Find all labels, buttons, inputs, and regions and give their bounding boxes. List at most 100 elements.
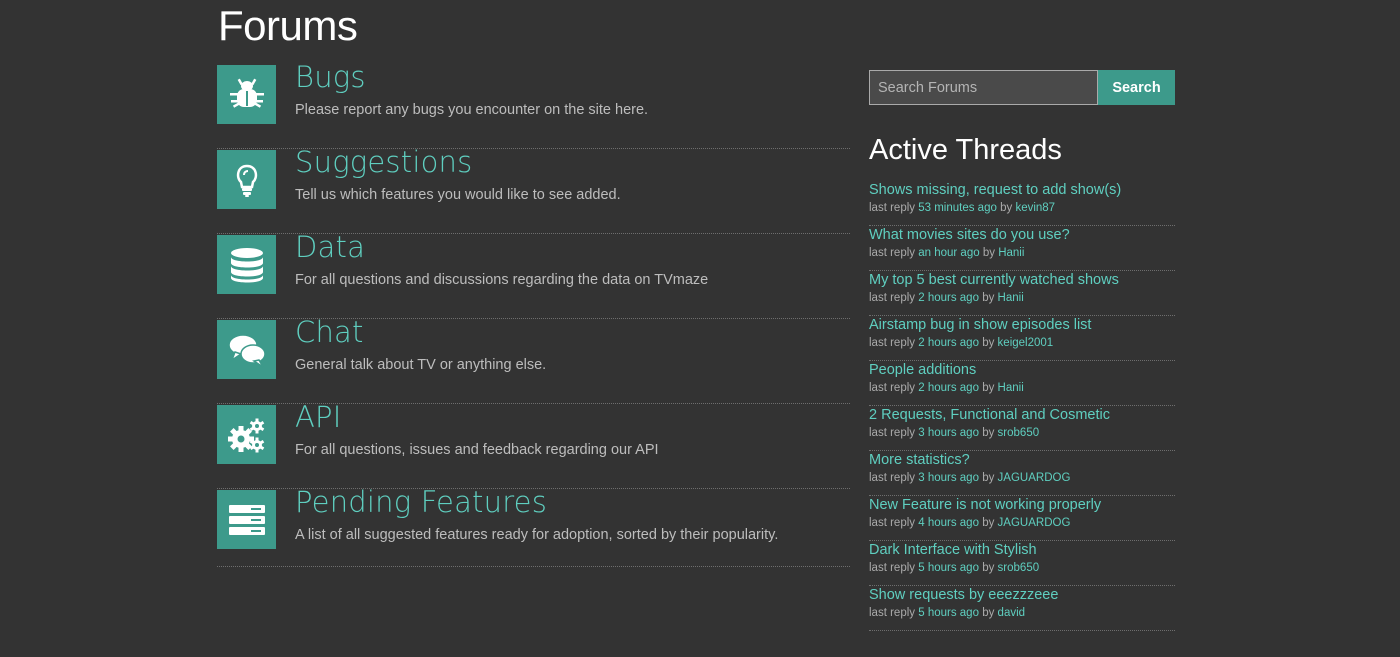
forum-link-chat[interactable]: Chat bbox=[295, 315, 364, 349]
forum-list: Bugs Please report any bugs you encounte… bbox=[217, 60, 850, 567]
thread-link[interactable]: Show requests by eeezzzeee bbox=[869, 586, 1175, 603]
search-button[interactable]: Search bbox=[1098, 70, 1175, 105]
thread-item: Shows missing, request to add show(s) la… bbox=[869, 181, 1175, 226]
user-link[interactable]: kevin87 bbox=[1015, 202, 1055, 214]
reply-time-link[interactable]: 4 hours ago bbox=[918, 517, 979, 529]
thread-link[interactable]: Shows missing, request to add show(s) bbox=[869, 181, 1175, 198]
database-icon[interactable] bbox=[217, 235, 276, 294]
by-label: by bbox=[982, 607, 995, 619]
thread-meta: last reply 53 minutes ago by kevin87 bbox=[869, 202, 1175, 214]
thread-item: Show requests by eeezzzeee last reply 5 … bbox=[869, 586, 1175, 631]
thread-meta: last reply 5 hours ago by srob650 bbox=[869, 562, 1175, 574]
last-reply-label: last reply bbox=[869, 517, 916, 529]
forum-item-pending-features: Pending Features A list of all suggested… bbox=[217, 485, 850, 567]
forum-link-api[interactable]: API bbox=[295, 400, 341, 434]
thread-meta: last reply 4 hours ago by JAGUARDOG bbox=[869, 517, 1175, 529]
by-label: by bbox=[982, 247, 995, 259]
thread-item: 2 Requests, Functional and Cosmetic last… bbox=[869, 406, 1175, 451]
forum-description: Please report any bugs you encounter on … bbox=[295, 102, 649, 118]
thread-item: More statistics? last reply 3 hours ago … bbox=[869, 451, 1175, 496]
forum-description: A list of all suggested features ready f… bbox=[295, 527, 779, 543]
forum-description: Tell us which features you would like to… bbox=[295, 187, 621, 203]
forum-item-chat: Chat General talk about TV or anything e… bbox=[217, 315, 850, 404]
thread-item: My top 5 best currently watched shows la… bbox=[869, 271, 1175, 316]
thread-link[interactable]: What movies sites do you use? bbox=[869, 226, 1175, 243]
last-reply-label: last reply bbox=[869, 427, 916, 439]
active-threads-title: Active Threads bbox=[869, 134, 1062, 166]
thread-link[interactable]: My top 5 best currently watched shows bbox=[869, 271, 1175, 288]
thread-meta: last reply 2 hours ago by keigel2001 bbox=[869, 337, 1175, 349]
user-link[interactable]: JAGUARDOG bbox=[998, 517, 1071, 529]
reply-time-link[interactable]: 2 hours ago bbox=[918, 382, 979, 394]
thread-link[interactable]: New Feature is not working properly bbox=[869, 496, 1175, 513]
forum-link-pending-features[interactable]: Pending Features bbox=[295, 485, 547, 519]
server-list-icon[interactable] bbox=[217, 490, 276, 549]
lightbulb-icon[interactable] bbox=[217, 150, 276, 209]
user-link[interactable]: srob650 bbox=[998, 562, 1040, 574]
reply-time-link[interactable]: 5 hours ago bbox=[918, 607, 979, 619]
user-link[interactable]: srob650 bbox=[998, 427, 1040, 439]
by-label: by bbox=[982, 562, 995, 574]
reply-time-link[interactable]: 5 hours ago bbox=[918, 562, 979, 574]
reply-time-link[interactable]: 3 hours ago bbox=[918, 472, 979, 484]
forum-item-data: Data For all questions and discussions r… bbox=[217, 230, 850, 319]
forum-description: General talk about TV or anything else. bbox=[295, 357, 547, 373]
thread-link[interactable]: People additions bbox=[869, 361, 1175, 378]
reply-time-link[interactable]: an hour ago bbox=[918, 247, 979, 259]
by-label: by bbox=[982, 427, 995, 439]
thread-meta: last reply 2 hours ago by Hanii bbox=[869, 292, 1175, 304]
user-link[interactable]: Hanii bbox=[998, 382, 1024, 394]
forum-description: For all questions, issues and feedback r… bbox=[295, 442, 659, 458]
last-reply-label: last reply bbox=[869, 202, 916, 214]
last-reply-label: last reply bbox=[869, 382, 916, 394]
by-label: by bbox=[982, 292, 995, 304]
user-link[interactable]: JAGUARDOG bbox=[998, 472, 1071, 484]
thread-item: Dark Interface with Stylish last reply 5… bbox=[869, 541, 1175, 586]
by-label: by bbox=[1000, 202, 1013, 214]
chat-bubbles-icon[interactable] bbox=[217, 320, 276, 379]
thread-item: What movies sites do you use? last reply… bbox=[869, 226, 1175, 271]
by-label: by bbox=[982, 337, 995, 349]
last-reply-label: last reply bbox=[869, 607, 916, 619]
last-reply-label: last reply bbox=[869, 472, 916, 484]
reply-time-link[interactable]: 53 minutes ago bbox=[918, 202, 997, 214]
reply-time-link[interactable]: 3 hours ago bbox=[918, 427, 979, 439]
search-input[interactable] bbox=[869, 70, 1098, 105]
search-form: Search bbox=[869, 70, 1175, 105]
thread-item: People additions last reply 2 hours ago … bbox=[869, 361, 1175, 406]
reply-time-link[interactable]: 2 hours ago bbox=[918, 337, 979, 349]
user-link[interactable]: Hanii bbox=[998, 247, 1024, 259]
forum-link-bugs[interactable]: Bugs bbox=[295, 60, 366, 94]
forum-item-bugs: Bugs Please report any bugs you encounte… bbox=[217, 60, 850, 149]
last-reply-label: last reply bbox=[869, 292, 916, 304]
thread-link[interactable]: 2 Requests, Functional and Cosmetic bbox=[869, 406, 1175, 423]
user-link[interactable]: Hanii bbox=[998, 292, 1024, 304]
last-reply-label: last reply bbox=[869, 247, 916, 259]
thread-link[interactable]: More statistics? bbox=[869, 451, 1175, 468]
reply-time-link[interactable]: 2 hours ago bbox=[918, 292, 979, 304]
forum-item-suggestions: Suggestions Tell us which features you w… bbox=[217, 145, 850, 234]
forum-description: For all questions and discussions regard… bbox=[295, 272, 709, 288]
last-reply-label: last reply bbox=[869, 337, 916, 349]
forum-link-data[interactable]: Data bbox=[295, 230, 365, 264]
thread-item: New Feature is not working properly last… bbox=[869, 496, 1175, 541]
user-link[interactable]: david bbox=[998, 607, 1026, 619]
by-label: by bbox=[982, 517, 995, 529]
thread-link[interactable]: Dark Interface with Stylish bbox=[869, 541, 1175, 558]
bug-icon[interactable] bbox=[217, 65, 276, 124]
forum-item-api: API For all questions, issues and feedba… bbox=[217, 400, 850, 489]
thread-link[interactable]: Airstamp bug in show episodes list bbox=[869, 316, 1175, 333]
user-link[interactable]: keigel2001 bbox=[998, 337, 1054, 349]
by-label: by bbox=[982, 382, 995, 394]
thread-meta: last reply 3 hours ago by JAGUARDOG bbox=[869, 472, 1175, 484]
gears-icon[interactable] bbox=[217, 405, 276, 464]
last-reply-label: last reply bbox=[869, 562, 916, 574]
thread-meta: last reply 5 hours ago by david bbox=[869, 607, 1175, 619]
thread-item: Airstamp bug in show episodes list last … bbox=[869, 316, 1175, 361]
thread-meta: last reply 3 hours ago by srob650 bbox=[869, 427, 1175, 439]
forum-link-suggestions[interactable]: Suggestions bbox=[295, 145, 472, 179]
active-threads-list: Shows missing, request to add show(s) la… bbox=[869, 181, 1175, 631]
by-label: by bbox=[982, 472, 995, 484]
thread-meta: last reply an hour ago by Hanii bbox=[869, 247, 1175, 259]
thread-meta: last reply 2 hours ago by Hanii bbox=[869, 382, 1175, 394]
